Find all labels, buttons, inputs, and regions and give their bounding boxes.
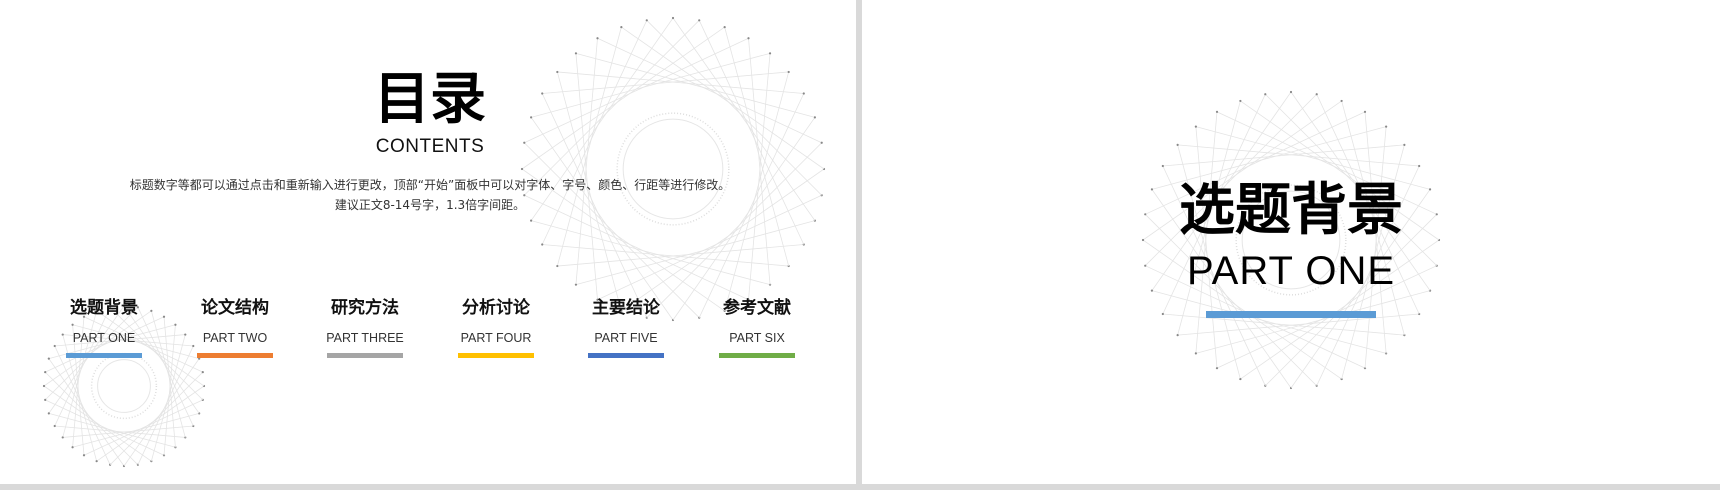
contents-slide[interactable]: 目录 CONTENTS 标题数字等都可以通过点击和重新输入进行更改，顶部“开始”… — [0, 0, 856, 484]
part-item-three[interactable]: 研究方法 PART THREE — [310, 296, 420, 358]
part-subtitle: PART THREE — [326, 331, 404, 345]
decorative-circle-pattern — [520, 16, 826, 322]
part-subtitle: PART FIVE — [594, 331, 658, 345]
part-title: 分析讨论 — [462, 298, 530, 318]
part-title: 论文结构 — [201, 298, 269, 318]
part-subtitle: PART SIX — [729, 331, 785, 345]
part-item-two[interactable]: 论文结构 PART TWO — [180, 296, 290, 358]
description-line: 标题数字等都可以通过点击和重新输入进行更改，顶部“开始”面板中可以对字体、字号、… — [129, 178, 731, 192]
part-title: 参考文献 — [723, 298, 791, 318]
section-color-bar — [1206, 311, 1376, 318]
section-title: 选题背景 — [1179, 178, 1403, 243]
part-item-four[interactable]: 分析讨论 PART FOUR — [441, 296, 551, 358]
part-subtitle: PART ONE — [72, 331, 136, 345]
part-subtitle: PART FOUR — [460, 331, 532, 345]
part-color-bar — [588, 353, 664, 358]
part-title: 选题背景 — [70, 298, 138, 318]
part-color-bar — [197, 353, 273, 358]
part-color-bar — [66, 353, 142, 358]
part-item-one[interactable]: 选题背景 PART ONE — [49, 296, 159, 358]
section-slide[interactable]: 选题背景 PART ONE — [862, 0, 1720, 484]
part-item-six[interactable]: 参考文献 PART SIX — [702, 296, 812, 358]
slide-title: 目录 — [374, 67, 486, 132]
part-subtitle: PART TWO — [202, 331, 268, 345]
part-item-five[interactable]: 主要结论 PART FIVE — [571, 296, 681, 358]
part-title: 主要结论 — [592, 298, 660, 318]
part-color-bar — [327, 353, 403, 358]
part-title: 研究方法 — [331, 298, 399, 318]
part-color-bar — [719, 353, 795, 358]
description-line: 建议正文8-14号字，1.3倍字间距。 — [334, 198, 526, 212]
part-color-bar — [458, 353, 534, 358]
section-subtitle: PART ONE — [1186, 249, 1396, 293]
slide-subtitle: CONTENTS — [375, 136, 485, 157]
